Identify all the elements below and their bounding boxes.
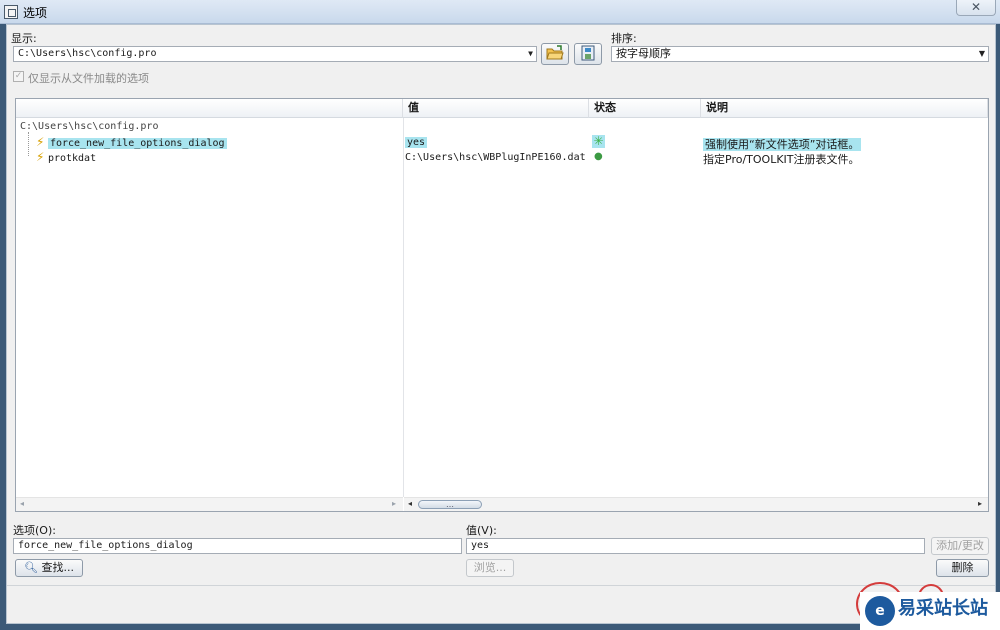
site-logo-icon: e [865, 596, 895, 626]
lightning-icon: ⚡ [36, 150, 45, 164]
column-header-value[interactable]: 值 [403, 99, 589, 118]
option-description: 指定Pro/TOOLKIT注册表文件。 [703, 153, 860, 166]
option-name: force_new_file_options_dialog [47, 138, 227, 149]
find-button[interactable]: 🔍︎ 查找... [15, 559, 83, 577]
browse-button[interactable]: 浏览... [466, 559, 514, 577]
folder-open-icon [546, 45, 564, 60]
table-row[interactable]: ⚡ protkdat [36, 150, 96, 164]
filter-checkbox[interactable]: ✓ [13, 71, 24, 82]
display-combo-value: C:\Users\hsc\config.pro [18, 48, 157, 59]
title-bar: 选项 ✕ [0, 0, 1000, 24]
tree-connector [28, 132, 36, 156]
sort-combo-value: 按字母顺序 [616, 47, 671, 60]
value-input[interactable]: yes [466, 538, 925, 554]
site-watermark: e 易采站长站 [860, 592, 1000, 630]
add-change-button[interactable]: 添加/更改 [931, 537, 989, 555]
scroll-right-arrow-icon[interactable]: ▸ [392, 499, 396, 508]
scroll-thumb[interactable]: … [418, 500, 482, 509]
window-title: 选项 [23, 6, 48, 20]
changed-status-icon: ✳ [592, 134, 605, 148]
site-watermark-text: 易采站长站 [898, 598, 988, 619]
scroll-left-arrow-icon[interactable]: ◂ [408, 499, 412, 508]
option-field-label: 选项(O): [13, 524, 56, 537]
open-folder-button[interactable] [541, 43, 569, 65]
display-combo[interactable]: C:\Users\hsc\config.pro ▼ [13, 46, 537, 62]
tree-root-label[interactable]: C:\Users\hsc\config.pro [20, 121, 158, 132]
left-horizontal-scrollbar[interactable]: ◂ ▸ [16, 497, 403, 511]
delete-button[interactable]: 删除 [936, 559, 989, 577]
option-name: protkdat [47, 153, 97, 164]
column-header-name[interactable] [16, 99, 403, 118]
column-header-status[interactable]: 状态 [589, 99, 701, 118]
column-divider [403, 118, 404, 497]
filter-checkbox-label: 仅显示从文件加载的选项 [28, 72, 149, 85]
sort-combo[interactable]: 按字母顺序 ▼ [611, 46, 989, 62]
divider [7, 585, 995, 586]
save-config-icon [581, 45, 595, 61]
option-value: yes [405, 137, 428, 148]
option-description: 强制使用“新文件选项”对话框。 [703, 138, 862, 151]
scroll-left-arrow-icon[interactable]: ◂ [20, 499, 24, 508]
close-button[interactable]: ✕ [956, 0, 996, 16]
display-label: 显示: [11, 32, 37, 45]
value-field-label: 值(V): [466, 524, 497, 537]
dialog-body: 显示: C:\Users\hsc\config.pro ▼ 排序: 按字母顺序 … [6, 24, 996, 624]
default-status-icon: ● [594, 151, 603, 162]
column-header-description[interactable]: 说明 [701, 99, 988, 118]
chevron-down-icon[interactable]: ▼ [979, 47, 985, 61]
save-config-button[interactable] [574, 43, 602, 65]
magnifier-icon: 🔍︎ [24, 561, 38, 574]
options-table: 值 状态 说明 C:\Users\hsc\config.pro ⚡ force_… [15, 98, 989, 512]
table-row[interactable]: ⚡ force_new_file_options_dialog [36, 135, 227, 149]
chevron-down-icon[interactable]: ▼ [528, 47, 533, 61]
scroll-right-arrow-icon[interactable]: ▸ [978, 499, 982, 508]
option-value: C:\Users\hsc\WBPlugInPE160.dat [405, 152, 586, 163]
window-icon [4, 5, 18, 19]
find-button-label: 查找... [41, 561, 74, 574]
sort-label: 排序: [611, 32, 637, 45]
lightning-icon: ⚡ [36, 135, 45, 149]
option-name-input[interactable]: force_new_file_options_dialog [13, 538, 462, 554]
right-horizontal-scrollbar[interactable]: ◂ … ▸ [404, 497, 988, 511]
